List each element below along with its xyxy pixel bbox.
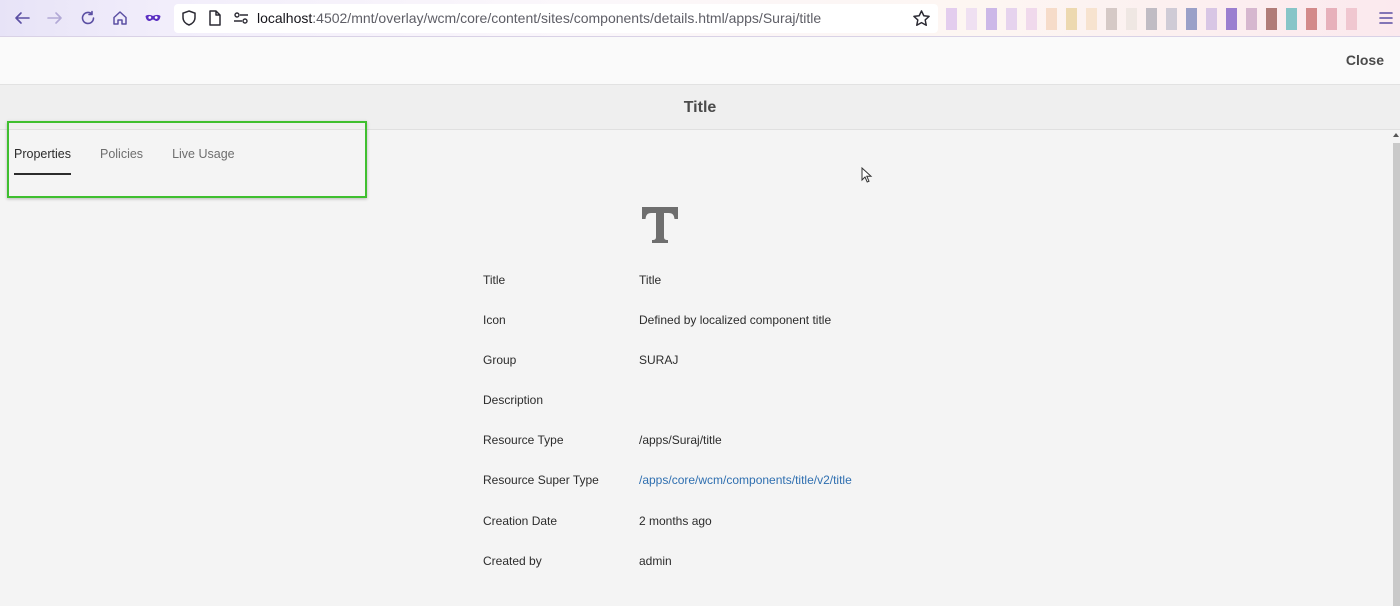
tab-policies[interactable]: Policies [100,130,143,175]
permissions-icon[interactable] [232,9,250,27]
detail-row-resource-super-type: Resource Super Type /apps/core/wcm/compo… [483,473,983,493]
url-path: :4502/mnt/overlay/wcm/core/content/sites… [312,10,822,26]
forward-icon[interactable] [43,6,67,30]
detail-label: Title [483,273,506,287]
bookmark-favicon-icon[interactable] [1106,8,1117,30]
bookmark-icons [946,8,1366,30]
address-bar[interactable]: localhost:4502/mnt/overlay/wcm/core/cont… [174,4,938,33]
bookmark-favicon-icon[interactable] [1346,8,1357,30]
detail-row-icon: Icon Defined by localized component titl… [483,313,983,333]
tab-live-usage[interactable]: Live Usage [172,130,235,175]
detail-label: Created by [483,554,542,568]
detail-row-description: Description [483,393,983,413]
bookmark-favicon-icon[interactable] [1226,8,1237,30]
bookmark-favicon-icon[interactable] [1306,8,1317,30]
detail-value: Title [639,273,662,287]
page-icon[interactable] [206,9,224,27]
home-icon[interactable] [108,6,132,30]
resource-super-type-link[interactable]: /apps/core/wcm/components/title/v2/title [639,473,852,487]
detail-row-group: Group SURAJ [483,353,983,373]
tab-list: Properties Policies Live Usage [14,130,264,175]
detail-row-creation-date: Creation Date 2 months ago [483,514,983,534]
title-text-icon [642,207,678,243]
bookmark-favicon-icon[interactable] [1146,8,1157,30]
detail-value: /apps/Suraj/title [639,433,722,447]
bookmark-star-icon[interactable] [912,9,931,28]
detail-label: Group [483,353,517,367]
bookmark-favicon-icon[interactable] [1166,8,1177,30]
detail-label: Resource Super Type [483,473,599,487]
scroll-up-arrow-icon[interactable] [1393,132,1399,138]
bookmark-favicon-icon[interactable] [1006,8,1017,30]
bookmark-favicon-icon[interactable] [1206,8,1217,30]
bookmark-favicon-icon[interactable] [1286,8,1297,30]
detail-value: Defined by localized component title [639,313,832,327]
bookmark-favicon-icon[interactable] [1326,8,1337,30]
bookmark-favicon-icon[interactable] [1266,8,1277,30]
detail-label: Creation Date [483,514,558,528]
back-icon[interactable] [10,6,34,30]
detail-row-created-by: Created by admin [483,554,983,574]
bookmark-favicon-icon[interactable] [1066,8,1077,30]
detail-value: SURAJ [639,353,679,367]
scrollbar-thumb[interactable] [1393,143,1400,606]
title-bar: Title [0,85,1400,130]
bookmark-favicon-icon[interactable] [946,8,957,30]
bookmark-favicon-icon[interactable] [1086,8,1097,30]
detail-row-resource-type: Resource Type /apps/Suraj/title [483,433,983,453]
app-header: Close [0,37,1400,85]
detail-value: 2 months ago [639,514,712,528]
bookmark-favicon-icon[interactable] [966,8,977,30]
url-host: localhost [257,10,313,26]
bookmark-favicon-icon[interactable] [1126,8,1137,30]
detail-row-title: Title Title [483,273,983,293]
bookmark-favicon-icon[interactable] [1186,8,1197,30]
bookmark-favicon-icon[interactable] [986,8,997,30]
hamburger-menu-icon[interactable] [1378,8,1394,28]
detail-label: Icon [483,313,506,327]
url-text[interactable]: localhost:4502/mnt/overlay/wcm/core/cont… [257,10,821,26]
reload-icon[interactable] [76,6,100,30]
bookmark-favicon-icon[interactable] [1026,8,1037,30]
detail-label: Resource Type [483,433,564,447]
shield-icon[interactable] [180,9,198,27]
page-title: Title [683,99,717,116]
mouse-cursor-icon [861,167,873,183]
detail-value: admin [639,554,672,568]
bookmark-favicon-icon[interactable] [1246,8,1257,30]
bookmark-favicon-icon[interactable] [1046,8,1057,30]
detail-label: Description [483,393,544,407]
close-button[interactable]: Close [1346,52,1384,68]
browser-toolbar: localhost:4502/mnt/overlay/wcm/core/cont… [0,0,1400,37]
tab-properties[interactable]: Properties [14,130,71,175]
private-mask-icon[interactable] [141,6,165,30]
